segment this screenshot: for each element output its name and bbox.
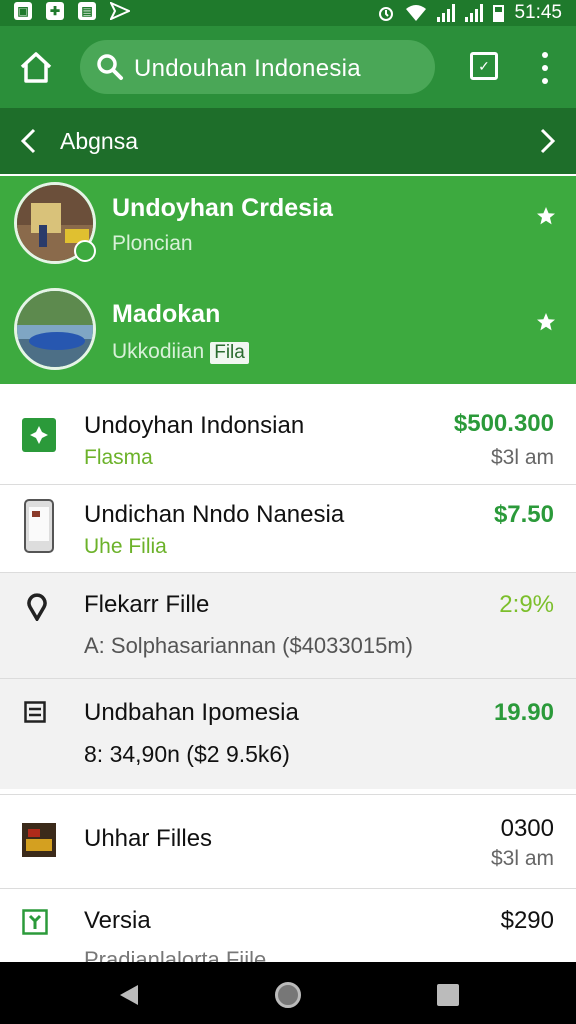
list-item[interactable]: Flekarr Fille A: Solphasariannan ($40330… [0, 572, 576, 679]
thumbnail-icon [22, 823, 56, 857]
system-icons: 51:45 [377, 0, 562, 26]
home-icon[interactable] [18, 50, 54, 86]
signal-icon [437, 4, 456, 22]
recents-icon[interactable] [437, 984, 459, 1006]
star-icon[interactable] [536, 312, 556, 332]
item-title: Undichan Nndo Nanesia [84, 501, 345, 528]
list-item[interactable]: Undbahan Ipomesia 8: 34,90n ($2 9.5k6) 1… [0, 678, 576, 789]
featured-title: Madokan [112, 300, 221, 328]
clock: 51:45 [514, 2, 562, 23]
location-pin-icon [27, 593, 47, 621]
tool-box-icon [22, 909, 48, 935]
send-notification-icon [110, 2, 130, 20]
plus-box-icon [22, 418, 56, 452]
item-title: Undoyhan Indonsian [84, 412, 305, 439]
item-subtitle: Uhe Filia [84, 535, 167, 558]
featured-subtitle: Ploncian [112, 232, 193, 255]
item-value: 19.90 [493, 699, 554, 726]
avatar [14, 288, 96, 370]
phone-icon [24, 499, 54, 553]
notification-icons: ▣ ✚ ▤ [14, 2, 130, 20]
status-bar: ▣ ✚ ▤ 51:45 [0, 0, 576, 26]
signal-2-icon [465, 4, 484, 22]
item-time: $3l am [490, 847, 554, 870]
list-item[interactable]: Undichan Nndo Nanesia Uhe Filia $7.50 [0, 484, 576, 573]
featured-title: Undoyhan Crdesia [112, 194, 333, 222]
item-title: Versia [84, 907, 151, 934]
sheets-notification-icon: ✚ [46, 2, 64, 20]
item-value: $7.50 [493, 501, 554, 528]
search-bar[interactable]: Undouhan Indonesia [80, 40, 435, 94]
search-icon [97, 54, 123, 80]
checkbox-icon[interactable]: ✓ [470, 52, 498, 80]
more-options-icon[interactable] [535, 52, 555, 84]
search-query: Undouhan Indonesia [134, 55, 361, 82]
file-tag: Fila [210, 342, 249, 364]
list-item[interactable]: Uhhar Filles 0300 $3l am [0, 794, 576, 889]
gallery-notification-icon: ▣ [14, 2, 32, 20]
featured-item[interactable]: Undoyhan Crdesia Ploncian [0, 176, 576, 283]
item-value: 0300 [500, 815, 554, 842]
star-icon[interactable] [536, 206, 556, 226]
document-lines-icon [24, 701, 46, 723]
item-value: $290 [500, 907, 554, 934]
back-icon[interactable] [118, 984, 140, 1006]
item-title: Flekarr Fille [84, 591, 210, 618]
system-nav-bar [0, 962, 576, 1024]
app-bar: Undouhan Indonesia ✓ [0, 26, 576, 108]
alarm-icon [379, 7, 394, 21]
item-subtitle: Flasma [84, 446, 153, 469]
category-bar: Abgnsa [0, 108, 576, 174]
message-notification-icon: ▤ [78, 2, 96, 20]
item-subtitle: A: Solphasariannan ($4033015m) [84, 633, 414, 658]
featured-item[interactable]: Madokan Ukkodiian Fila [0, 278, 576, 384]
chevron-left-icon[interactable] [18, 126, 38, 156]
item-value: $500.300 [453, 410, 554, 437]
item-subtitle: 8: 34,90n ($2 9.5k6) [84, 741, 290, 767]
item-title: Uhhar Filles [84, 825, 213, 852]
item-time: $3l am [490, 446, 554, 469]
item-subtitle: Pradianlalorta Fiile [84, 947, 267, 963]
item-value: 2:9% [499, 591, 554, 618]
chevron-right-icon[interactable] [538, 126, 558, 156]
category-title: Abgnsa [60, 128, 139, 154]
home-nav-icon[interactable] [275, 982, 301, 1008]
list-item[interactable]: Versia Pradianlalorta Fiile $290 [0, 888, 576, 963]
status-badge-icon [74, 240, 96, 262]
featured-subtitle: Ukkodiian Fila [112, 340, 249, 364]
item-title: Undbahan Ipomesia [84, 699, 299, 726]
wifi-icon [406, 5, 427, 21]
list-item[interactable]: Undoyhan Indonsian Flasma $500.300 $3l a… [0, 392, 576, 484]
battery-icon [493, 4, 505, 22]
